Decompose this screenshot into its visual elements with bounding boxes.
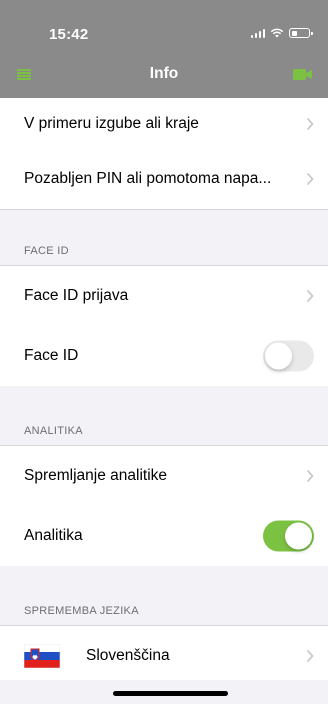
list-item-loss-or-theft[interactable]: V primeru izgube ali kraje bbox=[0, 98, 328, 149]
slovenia-flag-icon bbox=[24, 644, 60, 668]
section-header-label: FACE ID bbox=[24, 245, 69, 257]
section-header-face-id: FACE ID bbox=[0, 209, 328, 266]
chevron-right-icon bbox=[306, 172, 314, 186]
chevron-right-icon bbox=[306, 117, 314, 130]
battery-icon bbox=[289, 28, 313, 38]
list-item-label: Face ID prijava bbox=[24, 287, 129, 304]
chevron-right-icon bbox=[306, 649, 314, 663]
list-item-label: Pozabljen PIN ali pomotoma napa... bbox=[24, 170, 272, 187]
section-header-label: SPREMEMBA JEZIKA bbox=[24, 605, 139, 617]
video-camera-icon[interactable] bbox=[293, 69, 312, 80]
section-header-language: SPREMEMBA JEZIKA bbox=[0, 566, 328, 626]
chevron-right-icon bbox=[306, 289, 314, 303]
list-item-label: Spremljanje analitike bbox=[24, 467, 168, 484]
list-item-language[interactable]: Slovenščina bbox=[0, 626, 328, 686]
list-item-analytics-tracking[interactable]: Spremljanje analitike bbox=[0, 446, 328, 506]
analytics-switch[interactable] bbox=[263, 520, 314, 552]
section-header-analytics: ANALITIKA bbox=[0, 386, 328, 446]
list-item-label: Analitika bbox=[24, 527, 83, 544]
section-header-label: ANALITIKA bbox=[24, 425, 83, 437]
header: 15:42 Info bbox=[0, 0, 328, 98]
status-bar: 15:42 bbox=[0, 0, 328, 48]
chevron-right-icon bbox=[306, 469, 314, 483]
page-title: Info bbox=[149, 65, 179, 82]
home-indicator[interactable] bbox=[113, 691, 228, 696]
settings-list: V primeru izgube ali kraje Pozabljen PIN… bbox=[0, 98, 328, 686]
list-item-analytics-toggle: Analitika bbox=[0, 506, 328, 566]
status-time: 15:42 bbox=[49, 26, 89, 43]
language-label: Slovenščina bbox=[86, 647, 170, 664]
list-item-label: Face ID bbox=[24, 347, 79, 364]
wifi-icon bbox=[270, 28, 284, 38]
face-id-switch[interactable] bbox=[263, 340, 314, 372]
list-item-face-id-login[interactable]: Face ID prijava bbox=[0, 266, 328, 326]
list-item-label: V primeru izgube ali kraje bbox=[24, 114, 199, 132]
cellular-signal-icon bbox=[250, 28, 265, 38]
list-item-face-id-toggle: Face ID bbox=[0, 326, 328, 386]
navigation-bar: Info bbox=[0, 55, 328, 93]
status-icons bbox=[250, 28, 313, 38]
list-item-forgotten-pin[interactable]: Pozabljen PIN ali pomotoma napa... bbox=[0, 149, 328, 209]
